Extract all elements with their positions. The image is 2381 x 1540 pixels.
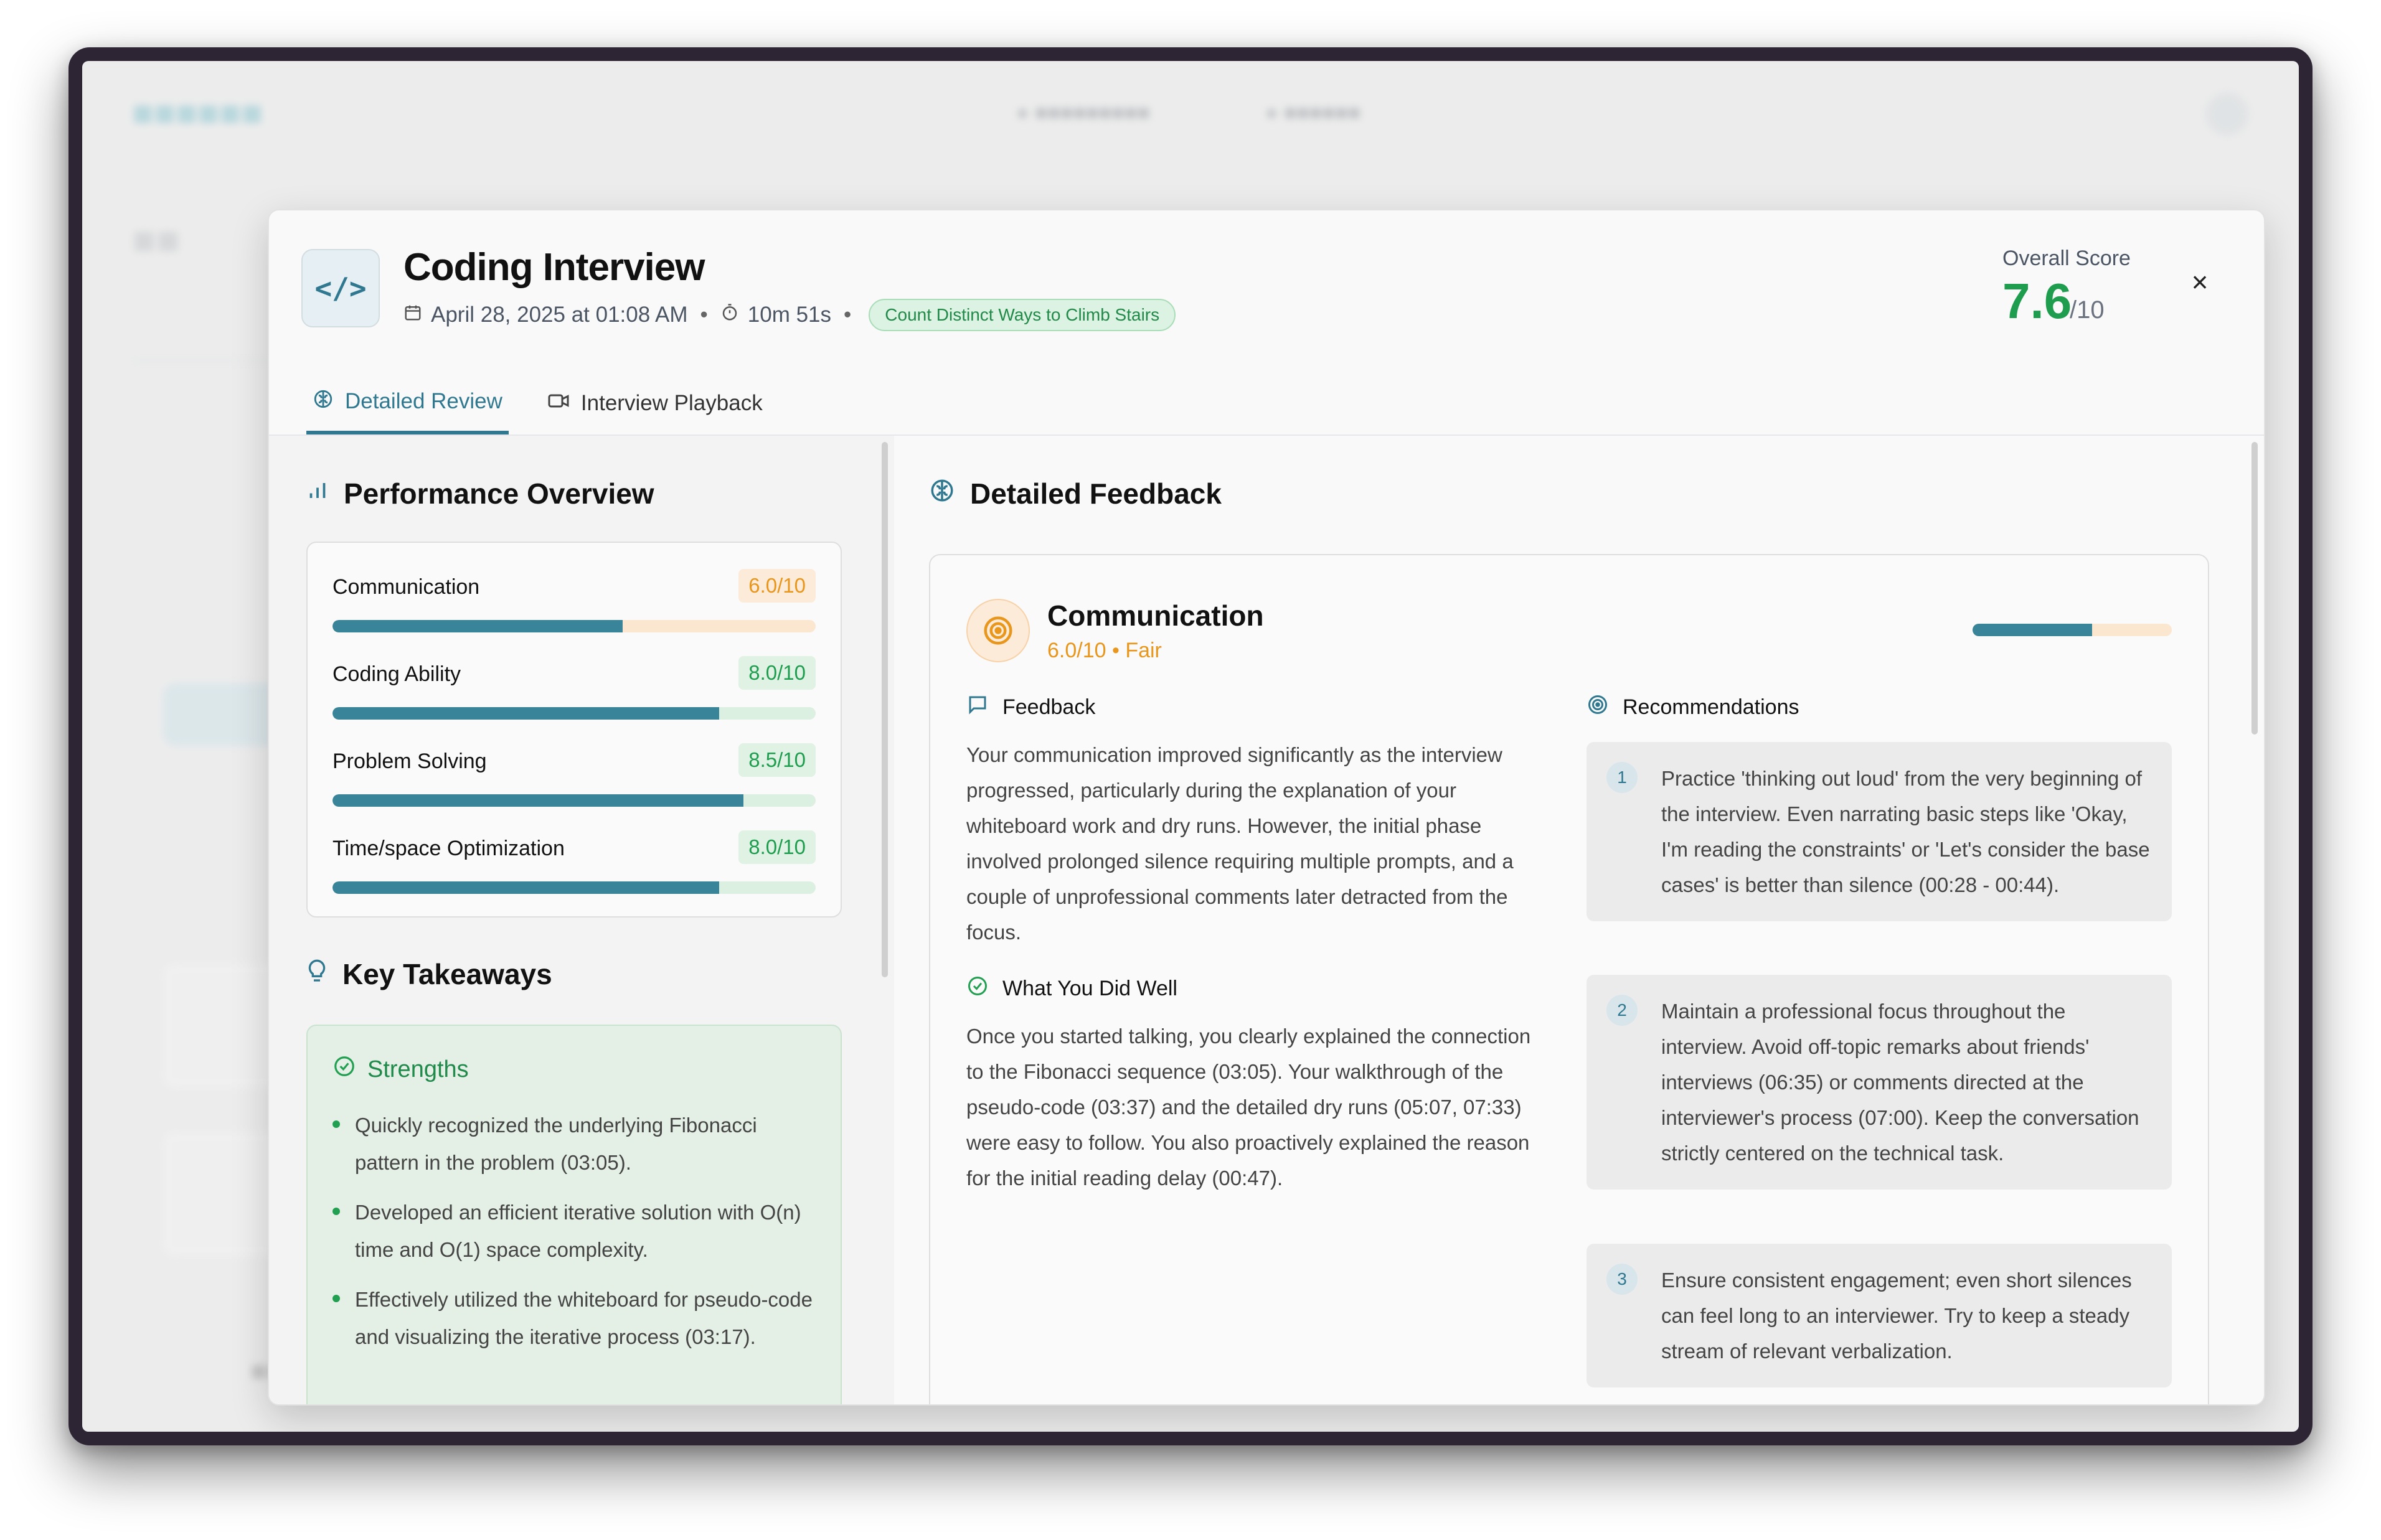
key-takeaways-heading: Key Takeaways [306, 957, 552, 991]
tab-detailed-review-label: Detailed Review [345, 389, 502, 413]
modal-header: </> Coding Interview April 28, 2025 at 0… [269, 210, 2264, 434]
interview-duration: 10m 51s [747, 303, 832, 327]
meta-separator: • [844, 303, 852, 327]
metric-progress-bar [332, 794, 816, 807]
feedback-text: Your communication improved significantl… [966, 743, 1514, 944]
modal-tabs: Detailed Review Interview Playback [306, 372, 801, 434]
lightbulb-icon [306, 959, 328, 990]
feedback-subheading: Feedback [966, 693, 1095, 721]
background-nav-item: ● ■■■■■■ [1265, 101, 1361, 124]
recommendation-number: 1 [1606, 762, 1638, 793]
tab-interview-playback-label: Interview Playback [580, 391, 763, 415]
feedback-category: Communication [1047, 599, 1264, 632]
did-well-subheading: What You Did Well [966, 975, 1177, 1003]
overall-score-max: /10 [2070, 296, 2105, 324]
metric-progress-fill [332, 707, 719, 720]
target-icon [1587, 693, 1609, 721]
interview-date: April 28, 2025 at 01:08 AM [431, 303, 688, 327]
detailed-feedback-title: Detailed Feedback [970, 477, 1222, 510]
close-icon[interactable]: × [2184, 266, 2215, 298]
screen: ■■■■■■ ● ■■■■■■■■■ ● ■■■■■■ ■■ ■■■■■■■■■… [82, 61, 2299, 1432]
overall-score-value: 7.6 [2002, 273, 2072, 329]
key-takeaways-title: Key Takeaways [342, 958, 552, 990]
metric-progress-bar [332, 620, 816, 632]
metric-progress-fill [332, 794, 743, 807]
did-well-text: Once you started talking, you clearly ex… [966, 1025, 1531, 1190]
list-item: Effectively utilized the whiteboard for … [332, 1281, 818, 1356]
metric-name: Time/space Optimization [332, 837, 565, 860]
brain-icon [929, 477, 955, 510]
tab-interview-playback[interactable]: Interview Playback [541, 372, 769, 434]
performance-overview-heading: Performance Overview [306, 477, 654, 510]
code-icon: </> [301, 249, 380, 327]
left-scrollbar[interactable] [882, 442, 888, 977]
recommendations-heading: Recommendations [1623, 695, 1799, 719]
calendar-icon [403, 303, 422, 327]
list-item: Quickly recognized the underlying Fibona… [332, 1107, 818, 1181]
meta-separator: • [700, 303, 708, 327]
problem-tag: Count Distinct Ways to Climb Stairs [869, 299, 1176, 331]
target-icon [966, 599, 1030, 662]
interview-meta: April 28, 2025 at 01:08 AM • 10m 51s • C… [403, 299, 1176, 331]
metric-progress-fill [332, 620, 623, 632]
background-logo: ■■■■■■ [132, 93, 263, 133]
recommendation-number: 3 [1606, 1264, 1638, 1295]
metric-score: 6.0/10 [738, 569, 816, 603]
page-title: Coding Interview [403, 246, 705, 289]
metric-name: Communication [332, 575, 480, 599]
metric-name: Coding Ability [332, 662, 461, 686]
recommendation-text: Maintain a professional focus throughout… [1661, 1000, 2139, 1165]
device-frame: ■■■■■■ ● ■■■■■■■■■ ● ■■■■■■ ■■ ■■■■■■■■■… [68, 47, 2313, 1445]
check-circle-icon [966, 975, 989, 1003]
background-heading: ■■ [132, 217, 181, 262]
metric-name: Problem Solving [332, 749, 487, 773]
performance-overview-title: Performance Overview [344, 477, 654, 510]
performance-card: Communication 6.0/10 Coding Ability 8.0/… [306, 542, 842, 918]
metric-progress-bar [332, 881, 816, 894]
right-panel[interactable]: Detailed Feedback Communication 6.0/10 •… [894, 436, 2264, 1404]
metric-progress-bar [332, 707, 816, 720]
strengths-card: Strengths Quickly recognized the underly… [306, 1025, 842, 1404]
recommendation-item: 1 Practice 'thinking out loud' from the … [1587, 742, 2172, 921]
brain-icon [313, 388, 334, 415]
feedback-heading: Feedback [1002, 695, 1096, 719]
strengths-list: Quickly recognized the underlying Fibona… [332, 1107, 818, 1368]
strengths-title: Strengths [367, 1056, 469, 1082]
did-well-heading: What You Did Well [1002, 977, 1177, 1000]
metric-score: 8.0/10 [738, 656, 816, 690]
strengths-heading: Strengths [332, 1054, 469, 1084]
metric-score: 8.5/10 [738, 743, 816, 777]
detailed-feedback-heading: Detailed Feedback [929, 477, 1222, 510]
bar-chart-icon [306, 479, 329, 508]
feedback-progress-bar [1973, 624, 2172, 636]
recommendation-text: Ensure consistent engagement; even short… [1661, 1269, 2132, 1363]
interview-review-modal: </> Coding Interview April 28, 2025 at 0… [268, 209, 2265, 1406]
left-panel[interactable]: Performance Overview Communication 6.0/1… [269, 436, 894, 1404]
recommendation-text: Practice 'thinking out loud' from the ve… [1661, 767, 2150, 896]
feedback-progress-fill [1973, 624, 2092, 636]
background-nav-item: ● ■■■■■■■■■ [1016, 101, 1150, 124]
check-circle-icon [332, 1054, 356, 1084]
overall-score-label: Overall Score [2002, 246, 2131, 270]
feedback-category-score: 6.0/10 • Fair [1047, 639, 1162, 662]
right-scrollbar[interactable] [2251, 442, 2258, 735]
background-avatar [2205, 92, 2249, 136]
recommendations-subheading: Recommendations [1587, 693, 1799, 721]
list-item: Developed an efficient iterative solutio… [332, 1194, 818, 1269]
recommendation-item: 2 Maintain a professional focus througho… [1587, 975, 2172, 1190]
feedback-card: Communication 6.0/10 • Fair Feedback You… [929, 554, 2209, 1404]
message-icon [966, 693, 989, 721]
metric-score: 8.0/10 [738, 830, 816, 864]
recommendation-number: 2 [1606, 995, 1638, 1026]
timer-icon [720, 303, 739, 327]
metric-progress-fill [332, 881, 719, 894]
recommendation-item: 3 Ensure consistent engagement; even sho… [1587, 1244, 2172, 1387]
tab-detailed-review[interactable]: Detailed Review [306, 372, 509, 434]
video-icon [547, 392, 570, 416]
